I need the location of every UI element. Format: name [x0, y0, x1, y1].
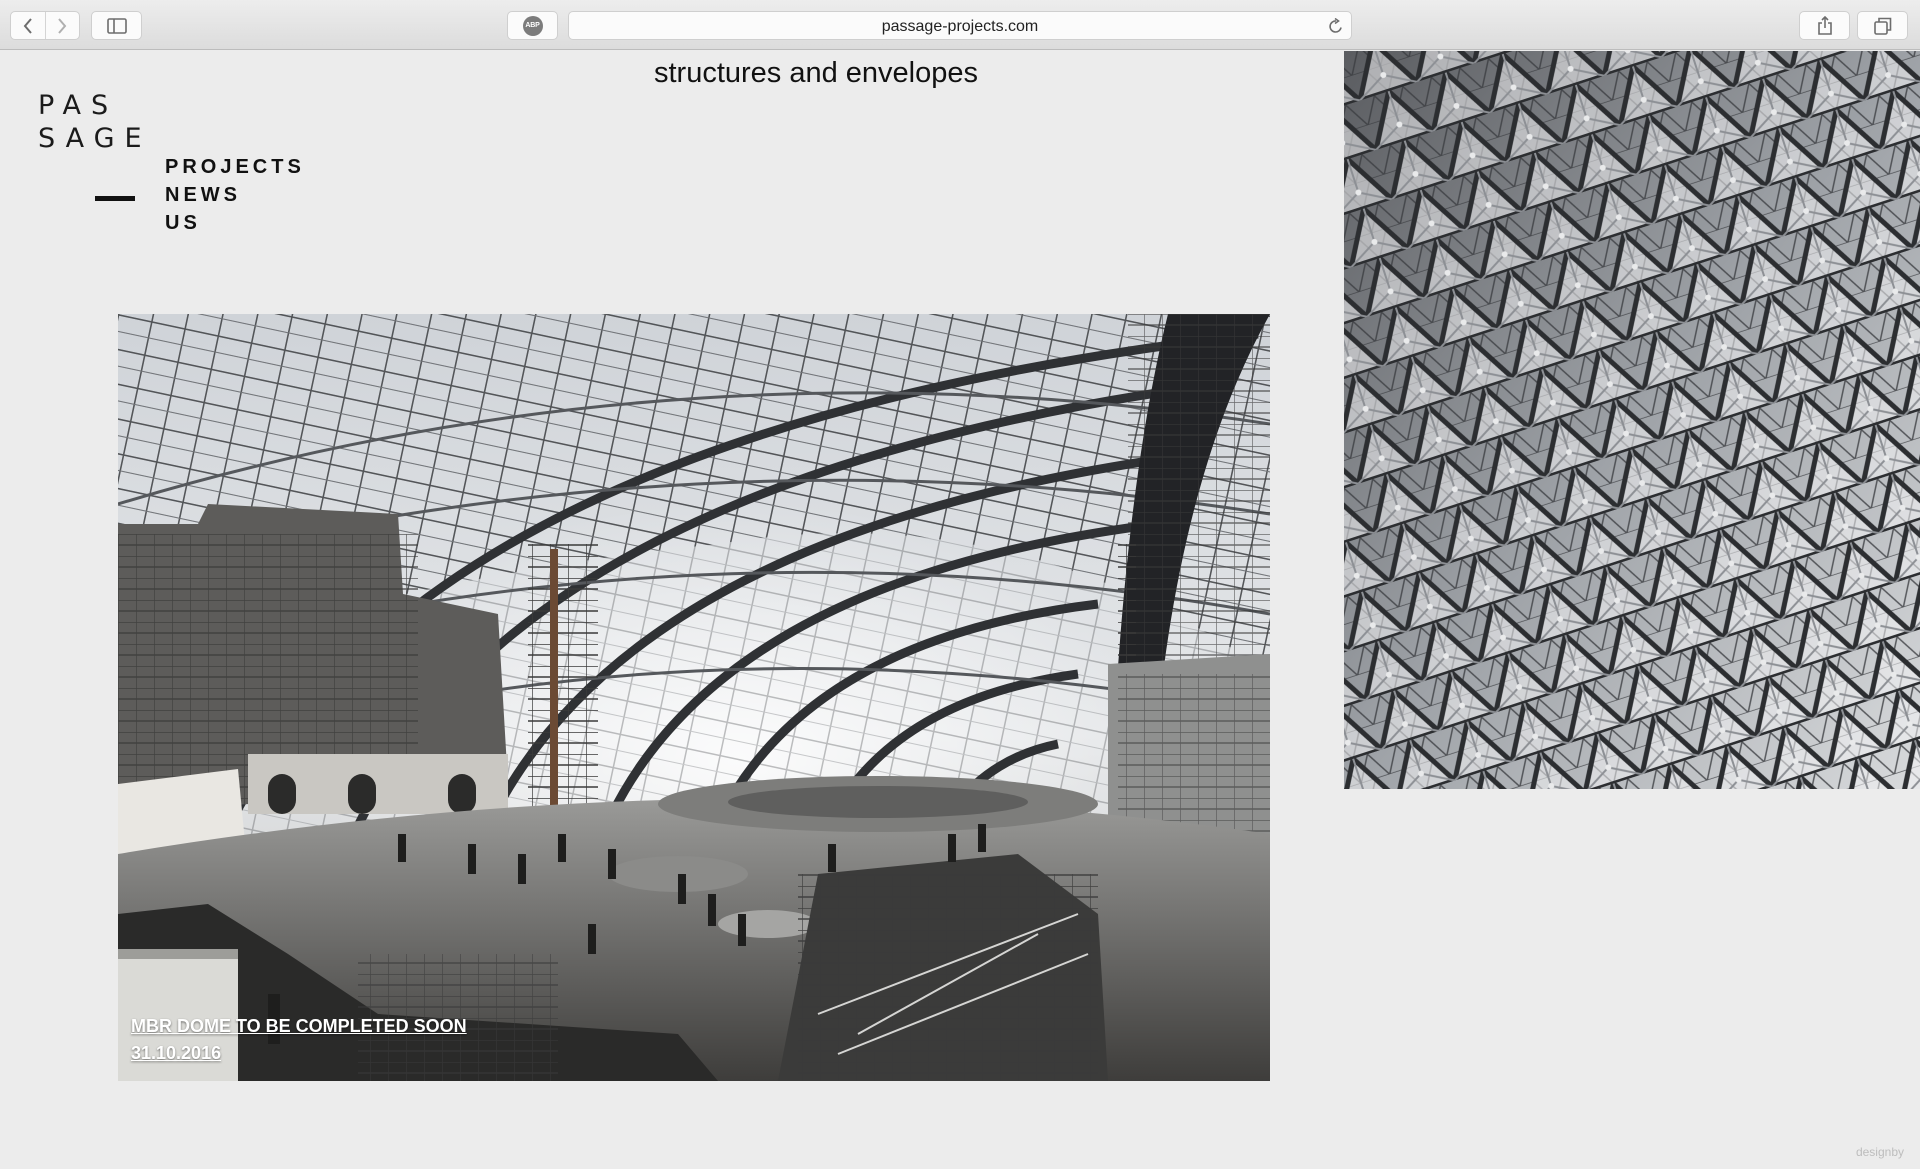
reload-icon[interactable] — [1328, 18, 1344, 35]
main-nav: PROJECTS NEWS US — [165, 153, 305, 237]
forward-icon — [58, 17, 67, 34]
nav-news[interactable]: NEWS — [165, 181, 305, 209]
show-tabs-button[interactable] — [1857, 11, 1908, 40]
tabs-icon — [1873, 17, 1891, 35]
forward-button[interactable] — [44, 12, 79, 39]
news-headline-link[interactable]: MBR DOME TO BE COMPLETED SOON — [131, 1013, 467, 1040]
url-text: passage-projects.com — [881, 18, 1039, 35]
adblock-button[interactable]: ABP — [507, 11, 558, 40]
history-nav — [10, 11, 80, 40]
page-title: structures and envelopes — [653, 57, 979, 89]
news-caption: MBR DOME TO BE COMPLETED SOON 31.10.2016 — [131, 1013, 467, 1067]
news-hero-card[interactable]: MBR DOME TO BE COMPLETED SOON 31.10.2016 — [118, 314, 1270, 1081]
news-date-link[interactable]: 31.10.2016 — [131, 1040, 467, 1067]
adblock-label: ABP — [525, 22, 540, 29]
logo-dash — [95, 196, 135, 201]
logo-line-2: SAGE — [38, 123, 152, 154]
space-frame-photo[interactable] — [1344, 51, 1920, 789]
sidebar-icon — [106, 17, 127, 34]
sidebar-toggle-button[interactable] — [91, 11, 142, 40]
nav-us[interactable]: US — [165, 209, 305, 237]
share-button[interactable] — [1799, 11, 1850, 40]
back-icon — [23, 17, 32, 34]
nav-projects[interactable]: PROJECTS — [165, 153, 305, 181]
share-icon — [1817, 15, 1832, 35]
browser-toolbar: ABP passage-projects.com — [0, 0, 1920, 50]
site-logo[interactable]: PAS SAGE — [38, 89, 152, 201]
credit-text: designby — [1855, 1145, 1904, 1159]
web-page: PAS SAGE PROJECTS NEWS US structures and… — [0, 51, 1920, 1169]
adblock-icon: ABP — [522, 15, 543, 36]
space-frame-image — [1344, 51, 1920, 789]
dome-construction-photo — [118, 314, 1270, 1081]
back-button[interactable] — [11, 12, 45, 39]
address-bar[interactable]: passage-projects.com — [568, 11, 1352, 40]
logo-line-1: PAS — [38, 90, 119, 121]
